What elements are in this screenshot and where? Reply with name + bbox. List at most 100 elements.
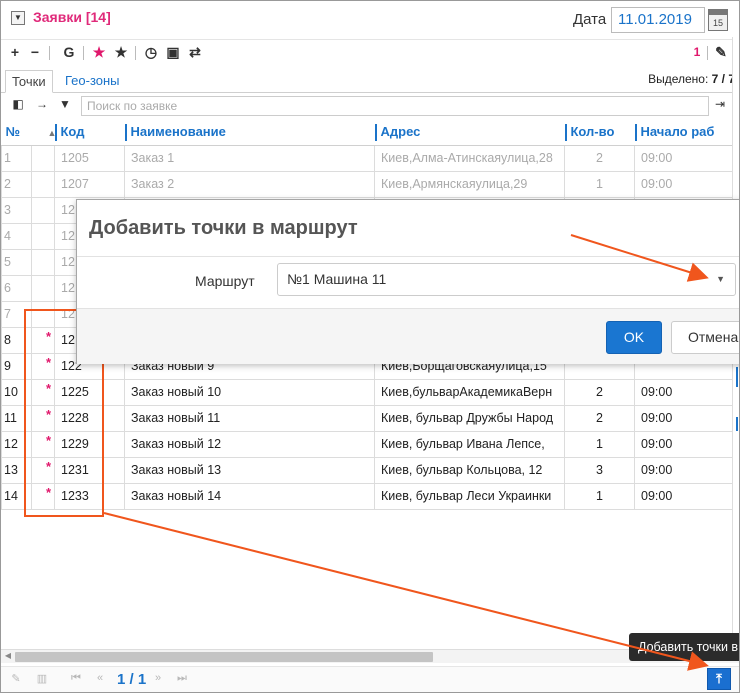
route-select-value: №1 Машина 11 [287,271,387,287]
column-header-name[interactable]: Наименование [124,119,375,146]
print-icon[interactable]: ▣ [165,42,181,62]
table-row[interactable]: 12 * 1229 Заказ новый 12 Киев, бульвар Ивана… [1,430,739,458]
arrow-right-icon[interactable]: → [35,97,49,111]
filter-icon[interactable]: ▼ [58,97,72,111]
table-header: № ▲ Код Наименование Адрес Кол-во Начало… [1,119,739,146]
column-header-number[interactable]: № [1,119,32,146]
cell-number: 3 [1,196,32,224]
cell-address: Киев,Армянскаяулица,29 [374,170,565,198]
collapse-icon[interactable]: ▼ [11,11,25,25]
cell-number: 5 [1,248,32,276]
cell-address: Киев, бульвар Кольцова, 12 [374,456,565,484]
cell-code: 1207 [54,170,125,198]
next-page-icon[interactable]: » [151,672,165,684]
cell-mark [31,274,55,302]
toolbar-divider [49,46,50,60]
ok-button[interactable]: OK [606,321,662,354]
cell-name: Заказ 1 [124,144,375,172]
add-icon[interactable]: + [7,42,23,62]
tab-points[interactable]: Точки [5,70,53,93]
tab-geo-zones[interactable]: Гео-зоны [59,70,126,93]
date-label: Дата [573,11,607,28]
first-page-icon[interactable]: ⏮ [69,672,83,685]
cancel-button[interactable]: Отмена [671,321,739,354]
last-page-icon[interactable]: ⏭ [175,672,189,685]
cell-start: 09:00 [634,456,733,484]
table-row[interactable]: 2 1207 Заказ 2 Киев,Армянскаяулица,29 1 09:00 [1,170,739,198]
cell-name: Заказ новый 14 [124,482,375,510]
g-button[interactable]: G [61,42,77,62]
table-row[interactable]: 1 1205 Заказ 1 Киев,Алма-Атинскаяулица,28 2 0… [1,144,739,172]
pencil-icon[interactable]: ✎ [9,672,23,685]
cell-address: Киев, бульвар Дружбы Народ [374,404,565,432]
trash-icon[interactable]: ▥ [35,672,49,685]
arrow-to-button [103,512,709,671]
cell-start: 09:00 [634,404,733,432]
table-row[interactable]: 11 * 1228 Заказ новый 11 Киев, бульвар Дружб… [1,404,739,432]
cell-start: 09:00 [634,144,733,172]
calendar-icon[interactable]: 15 [708,9,728,31]
chevron-down-icon[interactable]: ▼ [716,264,725,295]
dialog-title: Добавить точки в маршрут [89,217,358,239]
toolbar-divider [83,46,84,60]
cell-name: Заказ 2 [124,170,375,198]
toolbar-divider [135,46,136,60]
cell-quantity: 1 [564,482,635,510]
table-row[interactable]: 13 * 1231 Заказ новый 13 Киев, бульвар Кольц… [1,456,739,484]
toolbar: + − G ★ ★ ◷ ▣ ⇄ 1 ✎ [1,39,739,63]
table-row[interactable]: 10 * 1225 Заказ новый 10 Киев,бульварАкадеми… [1,378,739,406]
orders-panel: ▼ Заявки [14] Дата 11.01.2019 15 + − G ★… [0,0,740,693]
panel-title: Заявки [14] [33,9,111,25]
scroll-thumb[interactable] [15,652,433,662]
search-row: ◧ → ▼ ⇥ [1,94,739,118]
cell-start: 09:00 [634,430,733,458]
sort-icon[interactable]: ▲ [31,119,55,146]
remove-icon[interactable]: − [27,42,43,62]
cell-code: 1205 [54,144,125,172]
column-header-start[interactable]: Начало раб [634,119,733,146]
cell-start: 09:00 [634,378,733,406]
cell-name: Заказ новый 11 [124,404,375,432]
search-input[interactable] [81,96,709,116]
cell-address: Киев,бульварАкадемикаВерн [374,378,565,406]
cell-mark [31,196,55,224]
table-row[interactable]: 14 * 1233 Заказ новый 14 Киев, бульвар Леси … [1,482,739,510]
cell-mark [31,222,55,250]
column-header-address[interactable]: Адрес [374,119,565,146]
cell-number: 6 [1,274,32,302]
cell-number: 2 [1,170,32,198]
star-icon[interactable]: ★ [91,42,107,62]
cell-address: Киев,Алма-Атинскаяулица,28 [374,144,565,172]
selected-label: Выделено: [648,72,709,86]
divider [77,256,739,257]
route-select[interactable]: №1 Машина 11 ▼ [277,263,736,296]
cell-number: 4 [1,222,32,250]
export-icon[interactable]: ⇥ [713,97,727,111]
clock-icon[interactable]: ◷ [143,42,159,62]
scroll-left-icon[interactable]: ◀ [2,651,14,660]
cell-start: 09:00 [634,170,733,198]
cell-name: Заказ новый 13 [124,456,375,484]
columns-icon[interactable]: ◧ [11,97,25,111]
add-to-route-dialog: Добавить точки в маршрут Маршрут №1 Маши… [76,199,739,364]
cell-quantity: 3 [564,456,635,484]
prev-page-icon[interactable]: « [93,672,107,684]
tab-bar: Точки Гео-зоны Выделено: 7 / 7 [1,65,739,93]
cell-mark [31,248,55,276]
swap-icon[interactable]: ⇄ [187,42,203,62]
panel-header: ▼ Заявки [14] Дата 11.01.2019 15 [1,1,739,37]
pager: ✎ ▥ ⏮ « 1 / 1 » ⏭ [1,666,739,692]
date-field[interactable]: 11.01.2019 [611,7,705,33]
add-to-route-button[interactable]: ⤒ [707,668,731,690]
edit-icon[interactable]: ✎ [713,42,729,62]
page-indicator: 1 / 1 [117,671,147,688]
cell-name: Заказ новый 10 [124,378,375,406]
cell-quantity: 1 [564,430,635,458]
star-outline-icon[interactable]: ★ [113,42,129,62]
column-header-quantity[interactable]: Кол-во [564,119,635,146]
column-header-code[interactable]: Код [54,119,125,146]
cell-address: Киев, бульвар Леси Украинки [374,482,565,510]
cell-quantity: 2 [564,144,635,172]
cell-number: 1 [1,144,32,172]
count-badge: 1 [693,45,701,59]
